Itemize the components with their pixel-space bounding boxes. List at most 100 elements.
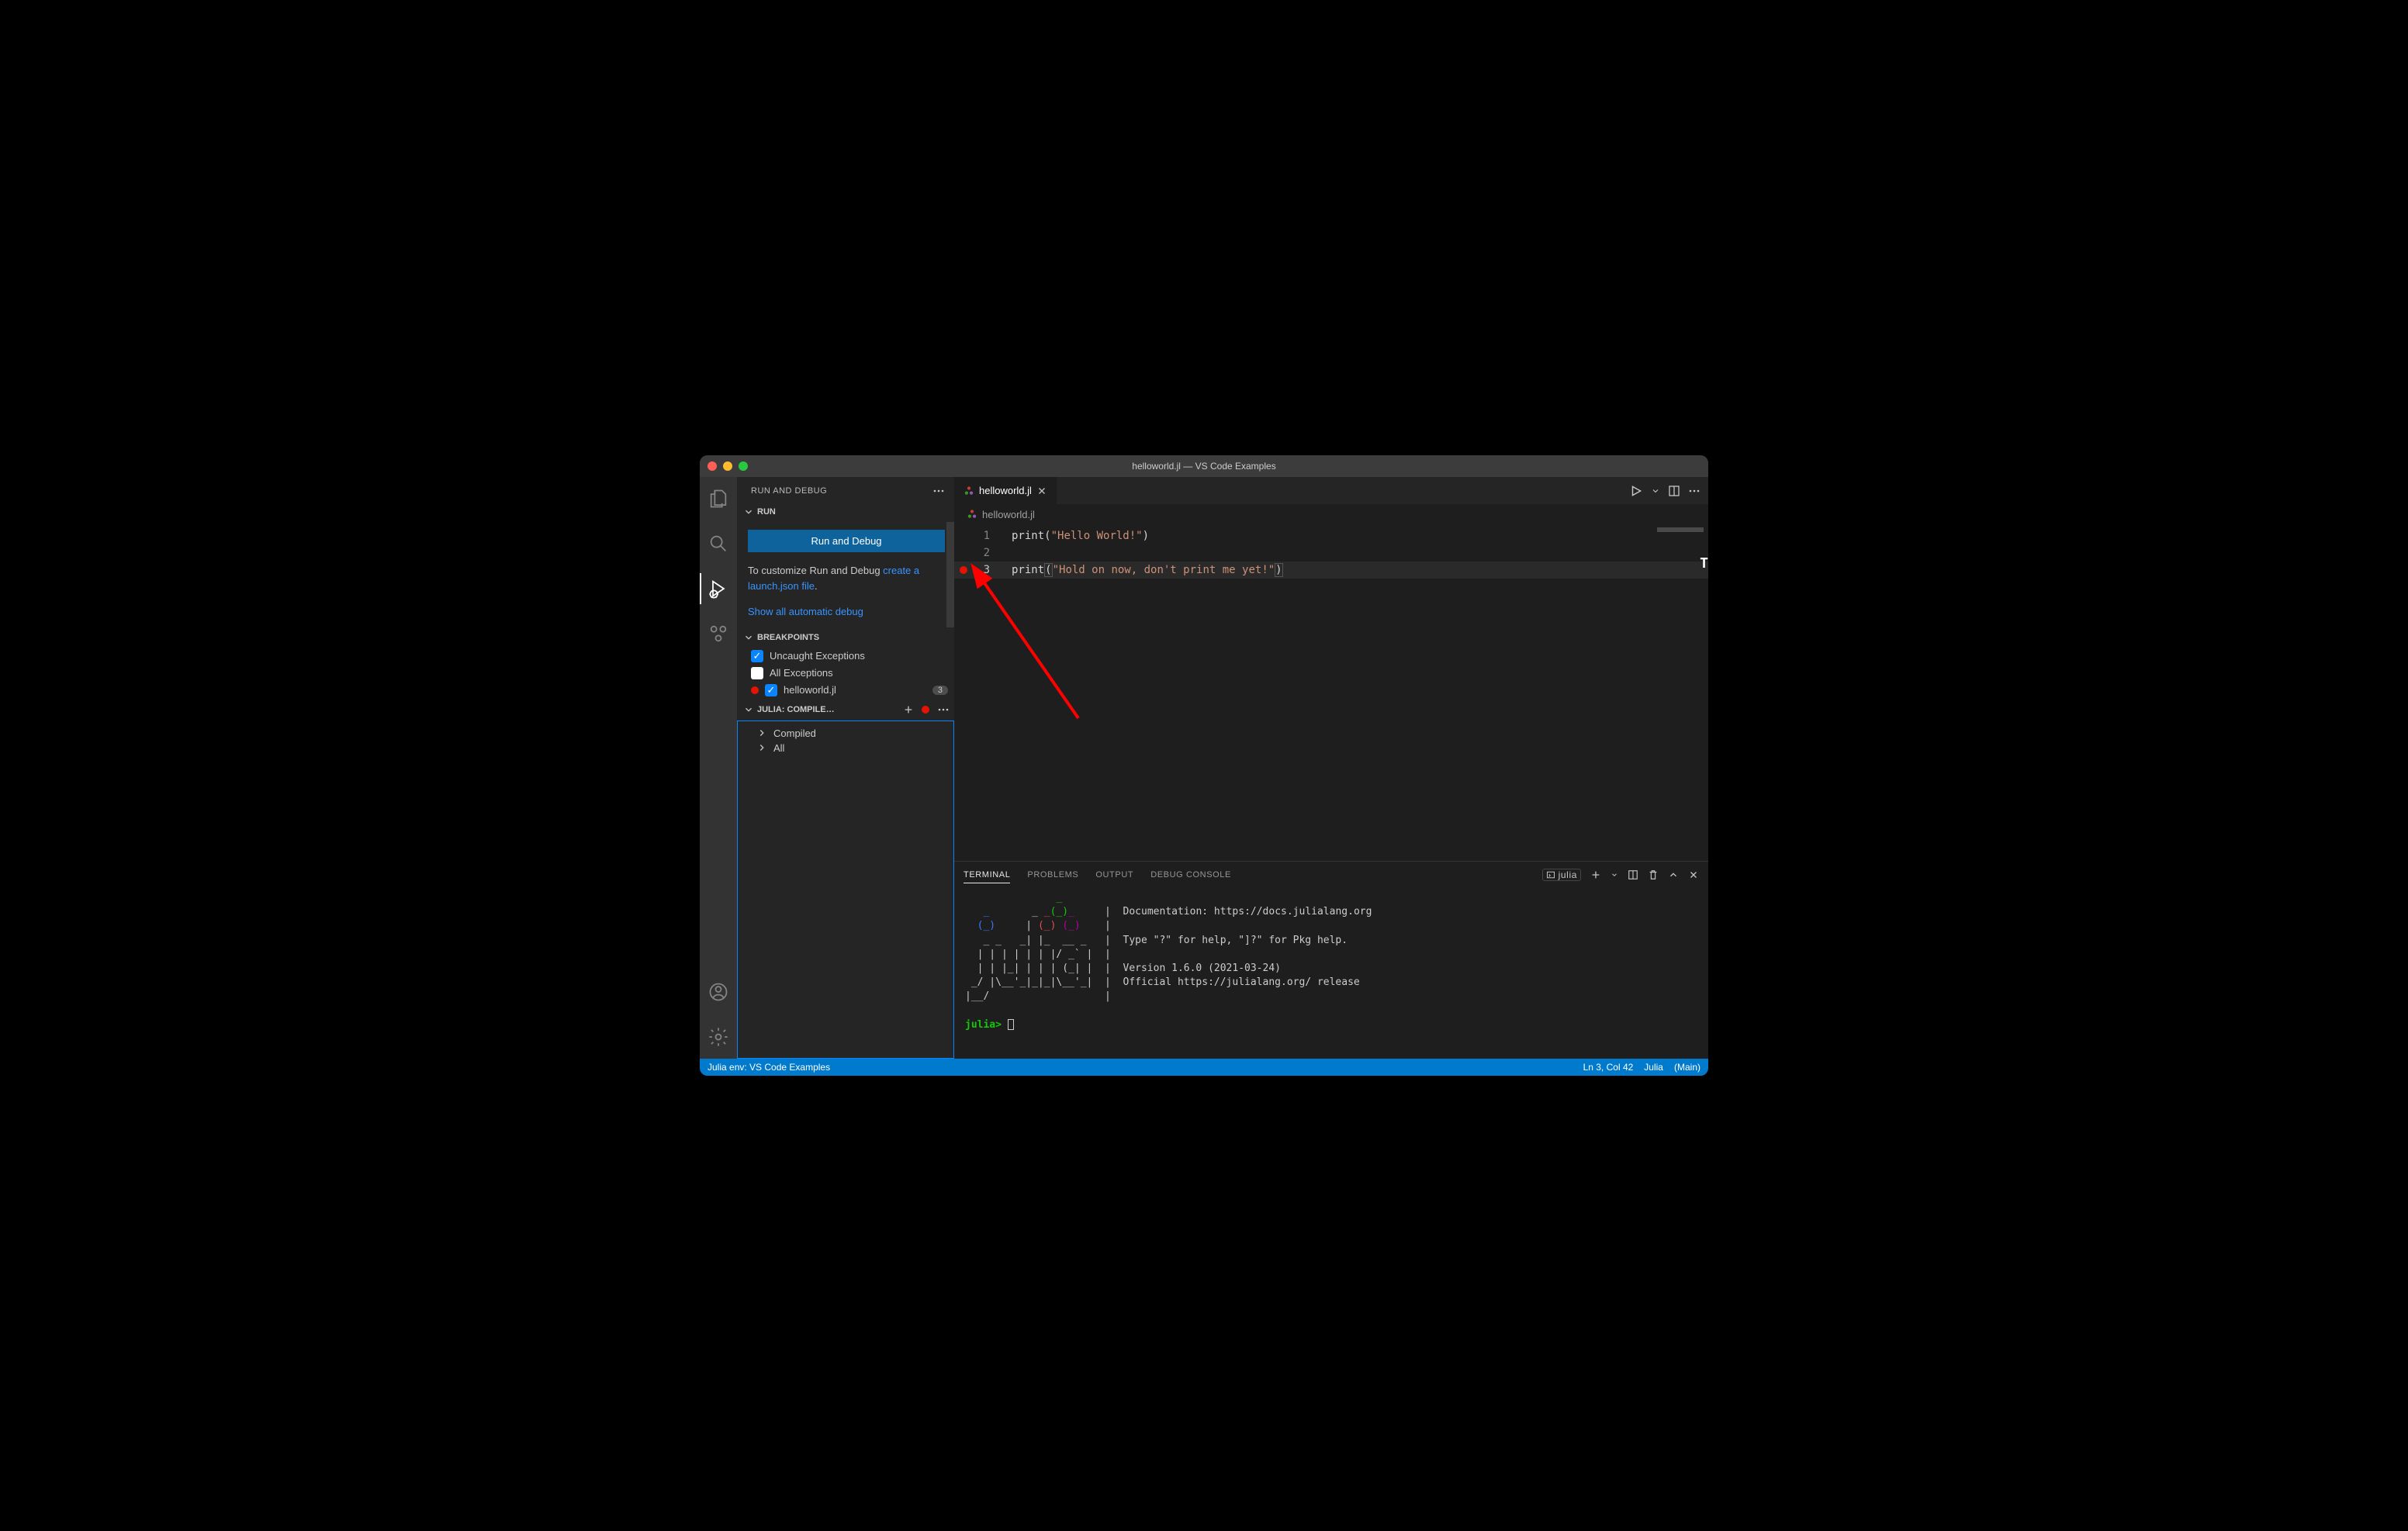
tab-label: helloworld.jl: [979, 485, 1032, 496]
sidebar-scrollbar[interactable]: [946, 522, 954, 627]
activity-explorer[interactable]: [700, 483, 737, 514]
chevron-down-icon: [743, 632, 754, 643]
trash-icon[interactable]: [1648, 869, 1659, 880]
maximize-window-icon[interactable]: [739, 461, 748, 471]
terminal[interactable]: _ _ _ _(_)_ | Documentation: https://doc…: [954, 888, 1708, 1059]
terminal-cursor: [1008, 1019, 1014, 1030]
chevron-right-icon: [756, 742, 767, 753]
breakpoint-count-badge: 3: [932, 686, 948, 695]
code-token-string: "Hold on now, don't print me yet!": [1053, 564, 1275, 576]
tab-helloworld[interactable]: helloworld.jl: [954, 477, 1057, 504]
run-icon[interactable]: [1629, 484, 1643, 498]
plus-icon[interactable]: [903, 704, 914, 715]
breakpoint-row[interactable]: All Exceptions: [737, 665, 954, 682]
run-header-label: RUN: [757, 507, 776, 517]
activity-run-debug[interactable]: [700, 573, 737, 604]
sidebar-title-row: RUN AND DEBUG: [737, 477, 954, 502]
terminal-icon: [1546, 870, 1555, 880]
breakpoint-dot-icon: [751, 686, 759, 694]
close-icon[interactable]: [1688, 869, 1699, 880]
code-editor[interactable]: 1 print("Hello World!") 2 3 print("Hold …: [954, 524, 1708, 861]
code-token-fn: print: [1012, 564, 1044, 576]
run-and-debug-button[interactable]: Run and Debug: [748, 530, 945, 552]
line-number: 2: [973, 547, 996, 559]
editor-group: helloworld.jl helloworld.jl: [954, 477, 1708, 1059]
red-dot-icon[interactable]: [922, 706, 929, 714]
sidebar-title: RUN AND DEBUG: [751, 486, 827, 496]
compiled-label: Compiled: [773, 727, 816, 739]
activity-extensions[interactable]: [700, 618, 737, 649]
panel-tab-terminal[interactable]: TERMINAL: [964, 867, 1010, 883]
window-controls: [708, 461, 748, 471]
extensions-icon: [708, 623, 729, 645]
gutter-breakpoint-slot[interactable]: [954, 566, 973, 574]
editor-actions: [1621, 477, 1708, 504]
more-icon[interactable]: [932, 485, 945, 497]
compiled-row[interactable]: Compiled: [738, 726, 953, 741]
split-editor-icon[interactable]: [1668, 485, 1680, 497]
run-section-header[interactable]: RUN: [737, 502, 954, 522]
activity-settings[interactable]: [700, 1021, 737, 1052]
checkbox-checked-icon[interactable]: ✓: [765, 684, 777, 696]
terminal-launcher[interactable]: julia: [1542, 869, 1581, 881]
annotation-arrow: [970, 563, 1102, 734]
breakpoints-header[interactable]: BREAKPOINTS: [737, 627, 954, 648]
plus-icon[interactable]: [1590, 869, 1601, 880]
gear-icon: [708, 1026, 729, 1048]
account-icon: [708, 981, 729, 1003]
activity-bar: [700, 477, 737, 1059]
minimap[interactable]: T: [1646, 524, 1708, 861]
checkbox-checked-icon[interactable]: ✓: [751, 650, 763, 662]
breakpoint-dot-icon: [960, 566, 967, 574]
checkbox-unchecked-icon[interactable]: [751, 667, 763, 679]
breakpoint-row[interactable]: ✓ helloworld.jl 3: [737, 682, 954, 699]
code-line[interactable]: 2: [954, 544, 1708, 562]
julia-file-icon: [967, 509, 977, 520]
chevron-up-icon[interactable]: [1668, 869, 1679, 880]
compiled-row[interactable]: All: [738, 741, 953, 755]
chevron-down-icon[interactable]: [1611, 871, 1618, 879]
status-cursor-pos[interactable]: Ln 3, Col 42: [1583, 1062, 1634, 1073]
split-panel-icon[interactable]: [1628, 869, 1638, 880]
minimize-window-icon[interactable]: [723, 461, 732, 471]
status-language[interactable]: Julia: [1644, 1062, 1663, 1073]
julia-prompt: julia>: [965, 1019, 1002, 1031]
julia-compiled-label: JULIA: COMPILE…: [757, 705, 835, 714]
window-title: helloworld.jl — VS Code Examples: [1132, 461, 1275, 472]
term-doc: Documentation: https://docs.julialang.or…: [1123, 906, 1372, 918]
vscode-window: helloworld.jl — VS Code Examples: [700, 455, 1708, 1076]
bottom-panel: TERMINAL PROBLEMS OUTPUT DEBUG CONSOLE j…: [954, 861, 1708, 1059]
status-julia-env[interactable]: Julia env: VS Code Examples: [708, 1062, 830, 1073]
term-help: Type "?" for help, "]?" for Pkg help.: [1123, 935, 1348, 946]
breakpoint-row[interactable]: ✓ Uncaught Exceptions: [737, 648, 954, 665]
term-rel: Official https://julialang.org/ release: [1123, 976, 1360, 988]
more-icon[interactable]: [937, 703, 950, 716]
more-icon[interactable]: [1688, 485, 1700, 497]
status-bar: Julia env: VS Code Examples Ln 3, Col 42…: [700, 1059, 1708, 1076]
activity-accounts[interactable]: [700, 976, 737, 1007]
terminal-launcher-label: julia: [1559, 869, 1577, 880]
panel-tab-debug-console[interactable]: DEBUG CONSOLE: [1150, 867, 1231, 883]
chevron-down-icon: [743, 506, 754, 517]
run-customize-text: To customize Run and Debug create a laun…: [748, 563, 945, 593]
editor-tabs: helloworld.jl: [954, 477, 1708, 504]
code-token-string: "Hello World!": [1051, 530, 1143, 542]
breakpoint-label: helloworld.jl: [784, 684, 836, 696]
all-label: All: [773, 742, 784, 754]
activity-search[interactable]: [700, 528, 737, 559]
chevron-down-icon[interactable]: [1651, 486, 1660, 496]
close-icon[interactable]: [1036, 486, 1047, 496]
close-window-icon[interactable]: [708, 461, 717, 471]
status-branch[interactable]: (Main): [1674, 1062, 1700, 1073]
minimap-glyph: T: [1700, 555, 1708, 572]
run-section-body: Run and Debug To customize Run and Debug…: [737, 522, 954, 627]
code-line[interactable]: 3 print("Hold on now, don't print me yet…: [954, 562, 1708, 579]
panel-tab-row: TERMINAL PROBLEMS OUTPUT DEBUG CONSOLE j…: [954, 862, 1708, 888]
show-auto-debug-link[interactable]: Show all automatic debug: [748, 606, 863, 617]
files-icon: [708, 488, 729, 510]
breadcrumb[interactable]: helloworld.jl: [954, 504, 1708, 524]
code-line[interactable]: 1 print("Hello World!"): [954, 527, 1708, 544]
julia-compiled-header[interactable]: JULIA: COMPILE…: [737, 699, 954, 721]
panel-tab-problems[interactable]: PROBLEMS: [1027, 867, 1078, 883]
panel-tab-output[interactable]: OUTPUT: [1095, 867, 1133, 883]
